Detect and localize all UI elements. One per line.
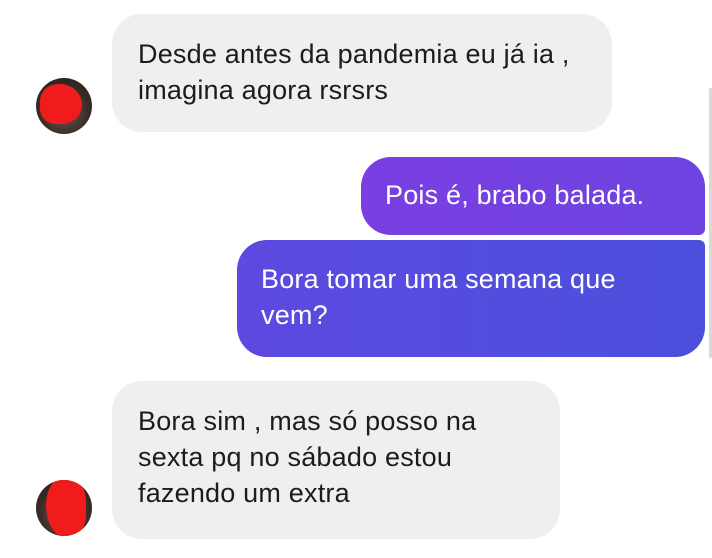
message-text: Desde antes da pandemia eu já ia , imagi… (138, 39, 570, 105)
message-bubble-outgoing[interactable]: Pois é, brabo balada. (361, 157, 705, 235)
message-text: Pois é, brabo balada. (385, 180, 645, 210)
contact-avatar[interactable] (36, 78, 92, 134)
message-text: Bora sim , mas só posso na sexta pq no s… (138, 406, 477, 508)
redaction-mark (46, 480, 86, 536)
redaction-mark (40, 84, 82, 124)
message-bubble-incoming[interactable]: Bora sim , mas só posso na sexta pq no s… (112, 381, 560, 539)
contact-avatar[interactable] (36, 480, 92, 536)
message-bubble-incoming[interactable]: Desde antes da pandemia eu já ia , imagi… (112, 14, 612, 132)
message-bubble-outgoing[interactable]: Bora tomar uma semana que vem? (237, 240, 705, 357)
message-text: Bora tomar uma semana que vem? (261, 264, 616, 330)
